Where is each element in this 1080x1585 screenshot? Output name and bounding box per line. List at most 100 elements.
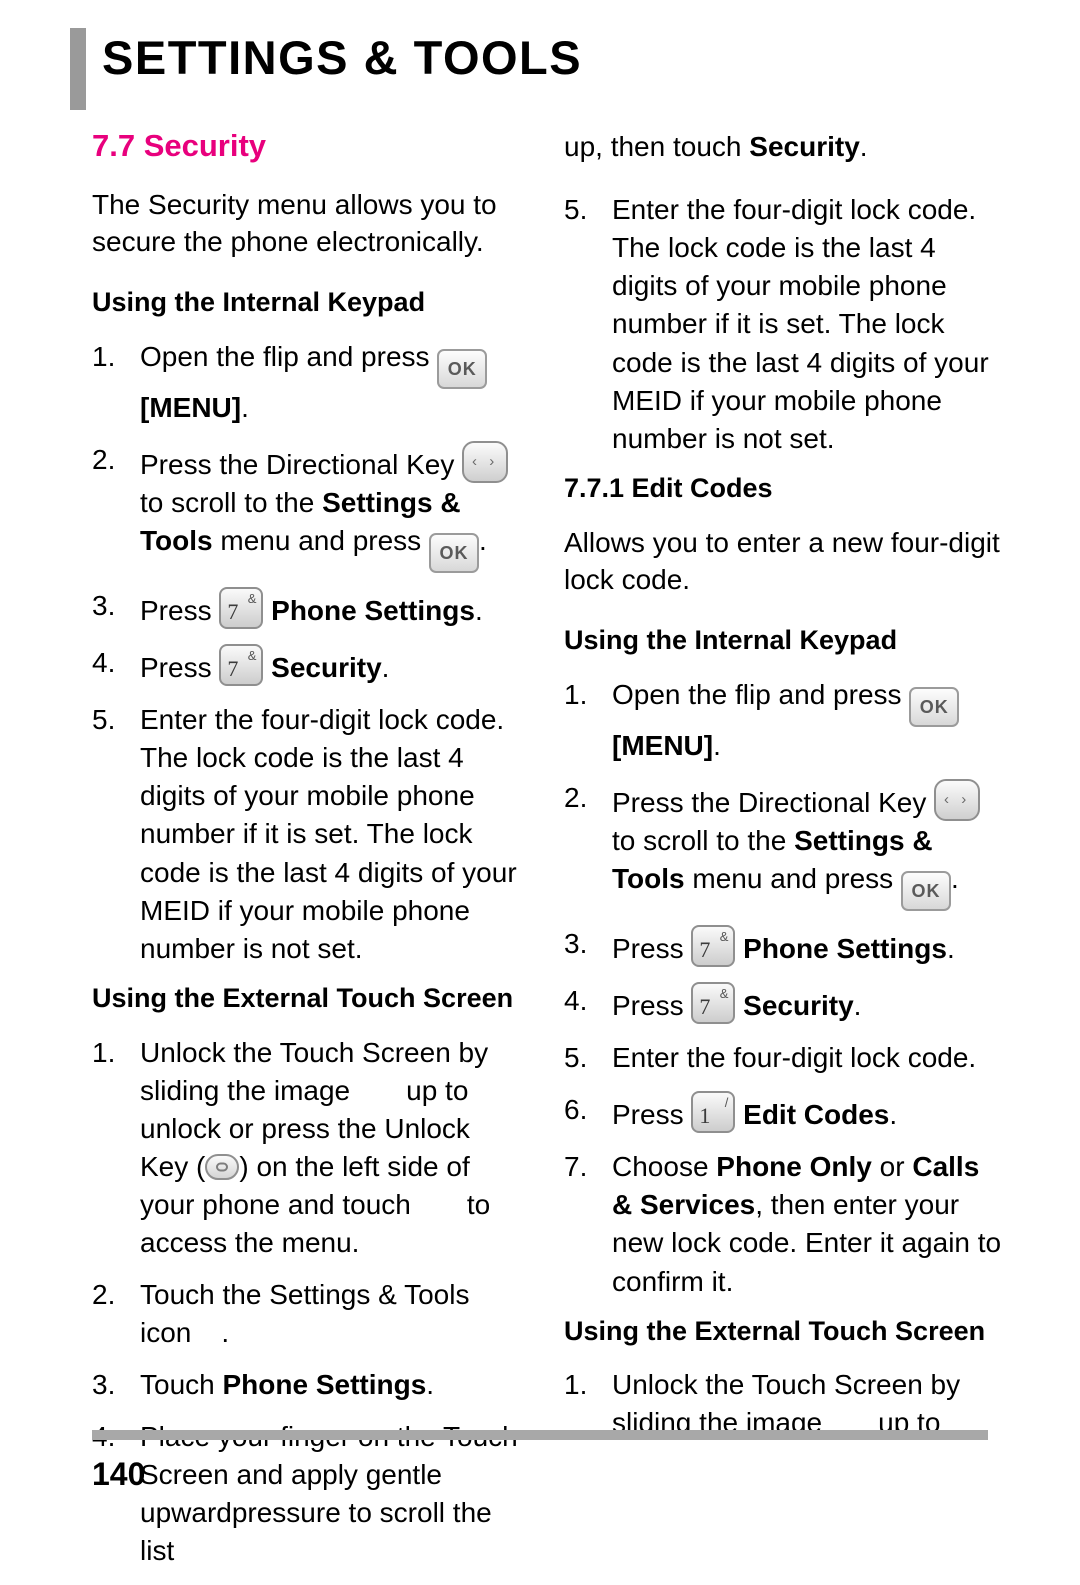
step-text: Choose [612, 1151, 717, 1183]
list-item: 1. Open the flip and press OK [MENU]. [92, 338, 522, 427]
ok-key-label: OK [439, 543, 469, 564]
ok-key-label: OK [447, 358, 477, 379]
ok-key-icon: OK [900, 870, 951, 911]
list-item: 3. Press 7 & Phone Settings. [564, 924, 1004, 968]
steps-continued-right: 5. Enter the four-digit lock code. The l… [564, 191, 1004, 458]
step-text: Press [140, 652, 220, 684]
subheading-internal-keypad: Using the Internal Keypad [92, 287, 426, 318]
list-item: 2. Press the Directional Key ‹ › to scro… [564, 778, 1004, 911]
step-number: 6. [564, 1094, 588, 1126]
step-text-3: menu and press [212, 525, 429, 557]
step-number: 5. [92, 704, 116, 736]
right-column: up, then touch Security. 5. Enter the fo… [564, 128, 1004, 1457]
subheading-external-touch-screen: Using the External Touch Screen [92, 982, 514, 1013]
ok-key-label: OK [919, 696, 949, 717]
step-text: Enter the four-digit lock code. The lock… [612, 194, 989, 454]
step-number: 1. [92, 1036, 116, 1068]
step-number: 1. [92, 340, 116, 372]
continued-prefix: up, then touch [564, 131, 750, 162]
directional-arrows: ‹ › [472, 452, 499, 470]
section-heading: 7.7 Security [92, 128, 267, 163]
subheading-external-touch-screen: Using the External Touch Screen [564, 1315, 986, 1346]
step-punct: . [889, 1099, 898, 1131]
step-punct: . [713, 729, 721, 761]
step-number: 4. [564, 985, 588, 1017]
continued-bold: Security [749, 131, 860, 162]
num-1-key-icon: 1/ [691, 1091, 736, 1134]
step-text: Place your finger on the Touch Screen an… [140, 1421, 518, 1567]
step-number: 2. [564, 781, 588, 813]
directional-arrows: ‹ › [944, 790, 971, 808]
step-text: Open the flip and press [612, 678, 910, 710]
step-number: 1. [564, 678, 588, 710]
list-item: 7. Choose Phone Only or Calls & Services… [564, 1148, 1004, 1300]
step-text: Press the Directional Key [140, 448, 463, 480]
step-text-2: to scroll to the [140, 487, 323, 519]
step-number: 5. [564, 194, 588, 226]
ok-key-icon: OK [909, 686, 960, 727]
step-text: Press [612, 990, 692, 1022]
step-punct: . [426, 1369, 435, 1401]
step-text: Press [612, 1099, 692, 1131]
unlock-key-icon [205, 1153, 240, 1180]
ok-key-icon: OK [437, 348, 488, 389]
list-item: 4. Place your finger on the Touch Screen… [92, 1418, 522, 1570]
list-item: 1. Open the flip and press OK [MENU]. [564, 676, 1004, 765]
page-title: SETTINGS & TOOLS [102, 31, 583, 84]
step-text: Press [140, 595, 220, 627]
step-bold-phone-only: Phone Only [716, 1151, 872, 1183]
step-punct: . [381, 652, 390, 684]
step-number: 5. [564, 1042, 588, 1074]
header-accent-bar [70, 28, 86, 110]
step-number: 3. [92, 1369, 116, 1401]
num-7-sub: & [247, 591, 257, 607]
unlock-key-glyph [216, 1162, 229, 1172]
step-punct: . [221, 1317, 230, 1349]
num-1-sub: / [724, 1095, 729, 1111]
step-bold-phone-settings: Phone Settings [743, 932, 947, 964]
num-7-key-icon: 7 & [219, 644, 264, 687]
step-number: 4. [92, 647, 116, 679]
list-item: 2. Press the Directional Key ‹ › to scro… [92, 440, 522, 574]
step-punct: . [241, 391, 249, 423]
step-text-2: or [871, 1151, 913, 1183]
continued-punct: . [859, 131, 868, 162]
ok-key-label: OK [911, 880, 941, 901]
list-item: 3. Touch Phone Settings. [92, 1366, 522, 1404]
step-number: 1. [564, 1369, 588, 1401]
step-number: 2. [92, 443, 116, 475]
num-7-digit: 7 [227, 656, 239, 682]
list-item: 1. Unlock the Touch Screen by sliding th… [92, 1034, 522, 1262]
num-7-sub: & [719, 928, 729, 944]
step-bold-edit-codes: Edit Codes [743, 1099, 890, 1131]
list-item: 3. Press 7 & Phone Settings. [92, 587, 522, 630]
steps-touch-screen-left: 1. Unlock the Touch Screen by sliding th… [92, 1034, 522, 1571]
num-7-key-icon: 7 & [691, 982, 736, 1025]
step-punct: . [950, 862, 959, 894]
subheading-internal-keypad: Using the Internal Keypad [564, 625, 898, 655]
footer-divider [92, 1430, 988, 1440]
step-number: 7. [564, 1151, 588, 1183]
step-bold-phone-settings: Phone Settings [271, 595, 475, 627]
step-text: Enter the four-digit lock code. [612, 1042, 977, 1074]
list-item: 5. Enter the four-digit lock code. The l… [564, 191, 1004, 458]
subheading-edit-codes: 7.7.1 Edit Codes [564, 472, 773, 503]
ok-key-icon: OK [428, 533, 479, 574]
step-text: Press the Directional Key [612, 786, 935, 818]
num-7-sub: & [247, 648, 257, 664]
step-punct: . [474, 595, 483, 627]
steps-internal-keypad-left: 1. Open the flip and press OK [MENU]. 2.… [92, 338, 522, 968]
section-intro: The Security menu allows you to secure t… [92, 188, 497, 257]
step-bold-security: Security [743, 990, 854, 1022]
list-item: 2. Touch the Settings & Tools icon. [92, 1276, 522, 1352]
step-number: 3. [564, 927, 588, 959]
step-punct: . [853, 990, 862, 1022]
step-text: Touch [140, 1369, 223, 1401]
steps-internal-keypad-right: 1. Open the flip and press OK [MENU]. 2.… [564, 676, 1004, 1301]
step-number: 2. [92, 1279, 116, 1311]
list-item: 6. Press 1/ Edit Codes. [564, 1091, 1004, 1134]
step-text: Touch the Settings & Tools icon [140, 1279, 470, 1349]
list-item: 4. Press 7 & Security. [564, 982, 1004, 1025]
left-column: 7.7 Security The Security menu allows yo… [92, 128, 522, 1585]
step-bold-phone-settings: Phone Settings [222, 1369, 427, 1401]
